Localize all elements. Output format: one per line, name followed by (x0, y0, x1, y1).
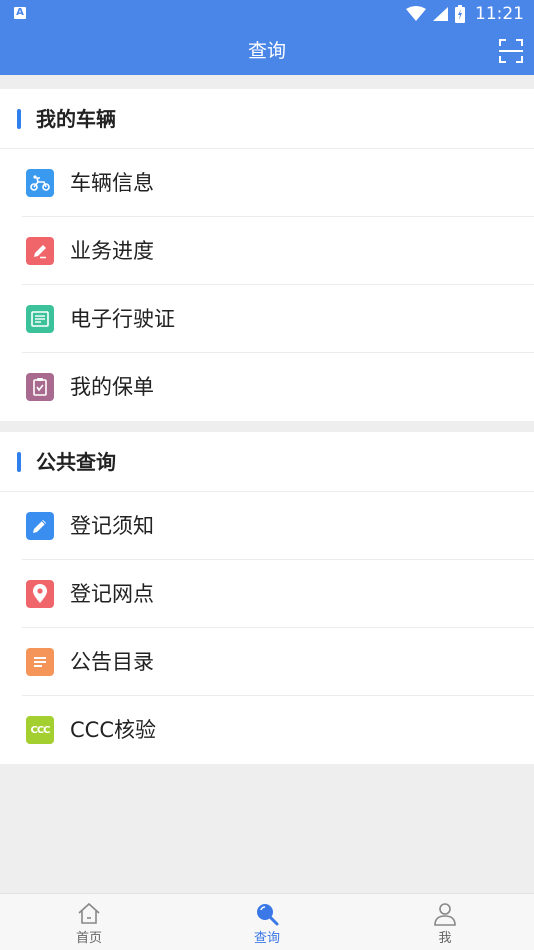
person-icon (434, 903, 456, 926)
location-pin-icon (26, 580, 54, 608)
section-accent-bar (17, 452, 21, 472)
search-icon (257, 904, 279, 926)
list-item-business-progress[interactable]: 业务进度 (0, 217, 534, 285)
list-item-registration-notice[interactable]: 登记须知 (0, 492, 534, 560)
list-item-label: 公告目录 (70, 650, 154, 674)
insurance-clipboard-icon (26, 373, 54, 401)
ccc-badge-text: CCC (30, 724, 50, 736)
list-item-vehicle-info[interactable]: 车辆信息 (0, 149, 534, 217)
my-vehicles-section: 我的车辆 车辆信息 业务进度 电子行驶证 我的保单 (0, 89, 534, 421)
license-card-icon (26, 305, 54, 333)
home-icon (78, 902, 100, 924)
list-item-announcement-catalog[interactable]: 公告目录 (0, 628, 534, 696)
tab-label: 我 (438, 931, 452, 946)
section-title-public-query: 公共查询 (36, 450, 116, 474)
section-header: 我的车辆 (0, 89, 534, 149)
signal-icon (433, 7, 448, 21)
section-title-my-vehicles: 我的车辆 (36, 107, 116, 131)
edit-icon (26, 512, 54, 540)
tab-query[interactable]: 查询 (178, 894, 356, 950)
list-item-label: 电子行驶证 (70, 307, 175, 331)
scooter-icon (26, 169, 54, 197)
section-accent-bar (17, 109, 21, 129)
bottom-tab-bar: 首页 查询 我 (0, 893, 534, 950)
section-header: 公共查询 (0, 432, 534, 492)
list-item-label: 我的保单 (70, 375, 154, 399)
ccc-badge-icon: CCC (26, 716, 54, 744)
tab-label: 查询 (253, 931, 280, 946)
public-query-section: 公共查询 登记须知 登记网点 公告目录 CCC CCC核验 (0, 432, 534, 764)
list-item-label: 登记网点 (70, 582, 154, 606)
pencil-icon (26, 237, 54, 265)
wifi-icon (406, 6, 426, 21)
app-bar: 查询 (0, 28, 534, 75)
list-item-registration-outlets[interactable]: 登记网点 (0, 560, 534, 628)
tab-me[interactable]: 我 (356, 894, 534, 950)
list-item-label: 车辆信息 (70, 171, 154, 195)
list-item-e-license[interactable]: 电子行驶证 (0, 285, 534, 353)
status-bar: A 11:21 (0, 0, 534, 28)
scan-icon[interactable] (498, 38, 524, 64)
list-item-my-policy[interactable]: 我的保单 (0, 353, 534, 421)
list-item-label: CCC核验 (70, 718, 156, 742)
status-indicators: 11:21 (406, 3, 524, 25)
list-item-label: 登记须知 (70, 514, 154, 538)
notification-icon: A (14, 7, 26, 19)
list-item-label: 业务进度 (70, 239, 154, 263)
tab-home[interactable]: 首页 (0, 894, 178, 950)
document-list-icon (26, 648, 54, 676)
list-item-ccc-verification[interactable]: CCC CCC核验 (0, 696, 534, 764)
battery-icon (455, 5, 465, 23)
status-time: 11:21 (475, 4, 524, 24)
page-title: 查询 (247, 40, 286, 62)
tab-label: 首页 (75, 931, 102, 946)
